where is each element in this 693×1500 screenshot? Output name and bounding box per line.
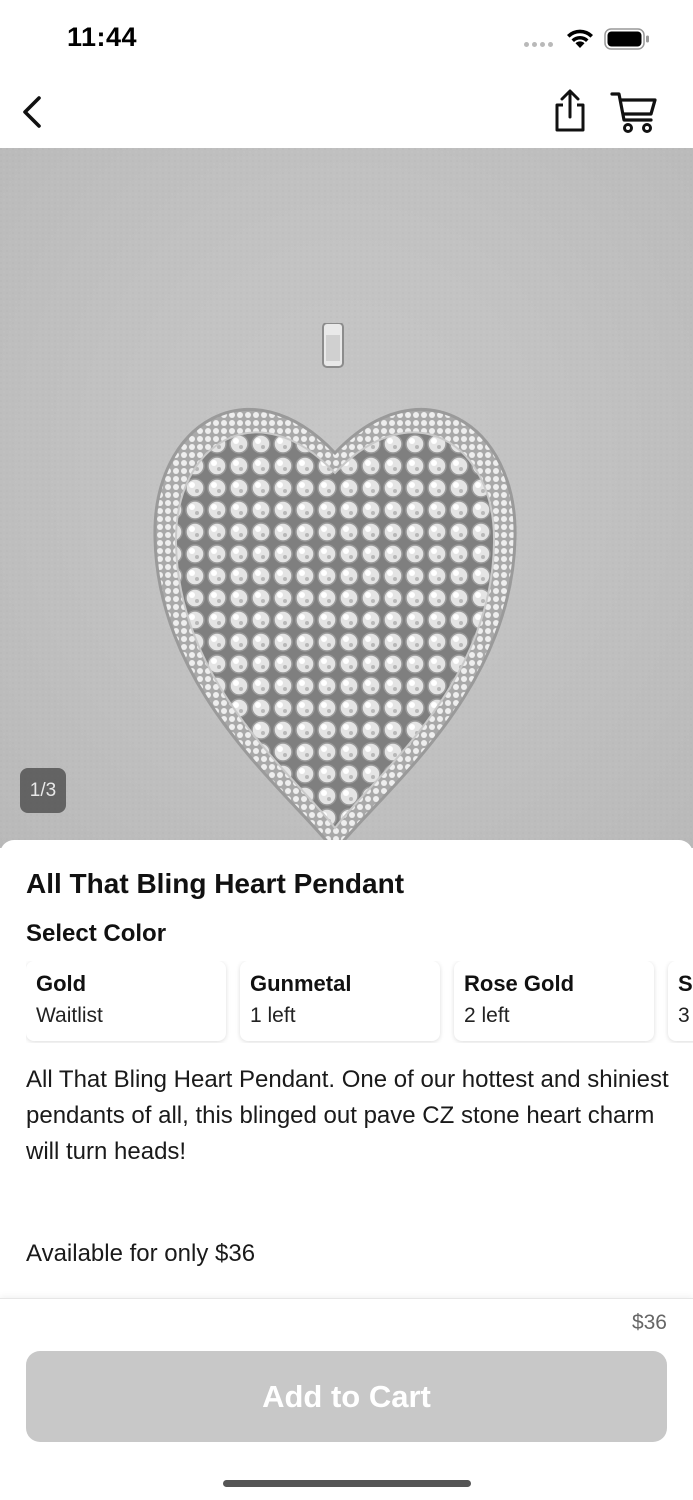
product-title: All That Bling Heart Pendant [26, 868, 405, 899]
cart-icon [610, 92, 657, 133]
battery-icon [604, 28, 649, 50]
signal-dots-icon [524, 42, 553, 47]
chevron-left-icon [23, 96, 41, 128]
purchase-bar: $36 Add to Cart [0, 1298, 693, 1500]
price-label: $36 [631, 1311, 667, 1334]
color-options[interactable]: Gold Waitlist Gunmetal 1 left Rose Gold … [26, 961, 693, 1043]
color-option-gunmetal[interactable]: Gunmetal 1 left [240, 961, 440, 1041]
color-option-partial[interactable]: Si 3 [668, 961, 693, 1041]
color-option-stock: 2 left [464, 1004, 510, 1027]
product-details-sheet: All That Bling Heart Pendant Select Colo… [0, 840, 693, 1300]
heart-pendant-image [153, 323, 517, 848]
product-description: All That Bling Heart Pendant. One of our… [26, 1066, 669, 1165]
color-option-name: Gunmetal [250, 971, 352, 996]
availability-text: Available for only $36 [26, 1240, 256, 1267]
status-bar: 11:44 [0, 0, 693, 80]
color-option-name: Si [678, 971, 693, 996]
home-indicator[interactable] [223, 1480, 471, 1487]
share-button[interactable] [549, 88, 591, 134]
color-option-name: Rose Gold [464, 971, 575, 996]
back-button[interactable] [14, 92, 54, 132]
wifi-icon [567, 29, 593, 48]
status-time: 11:44 [67, 22, 138, 52]
color-option-gold[interactable]: Gold Waitlist [26, 961, 226, 1041]
cart-button[interactable] [609, 90, 659, 134]
color-option-rose-gold[interactable]: Rose Gold 2 left [454, 961, 654, 1041]
color-option-stock: 3 [678, 1004, 690, 1027]
color-option-name: Gold [36, 971, 87, 996]
color-option-stock: Waitlist [36, 1004, 103, 1027]
image-page-indicator: 1/3 [20, 768, 66, 813]
color-option-stock: 1 left [250, 1004, 296, 1027]
add-to-cart-button[interactable]: Add to Cart [26, 1351, 667, 1442]
share-icon [555, 89, 585, 132]
product-image-gallery[interactable]: 1/3 [0, 148, 693, 848]
select-color-label: Select Color [26, 920, 167, 947]
nav-bar [0, 80, 693, 148]
